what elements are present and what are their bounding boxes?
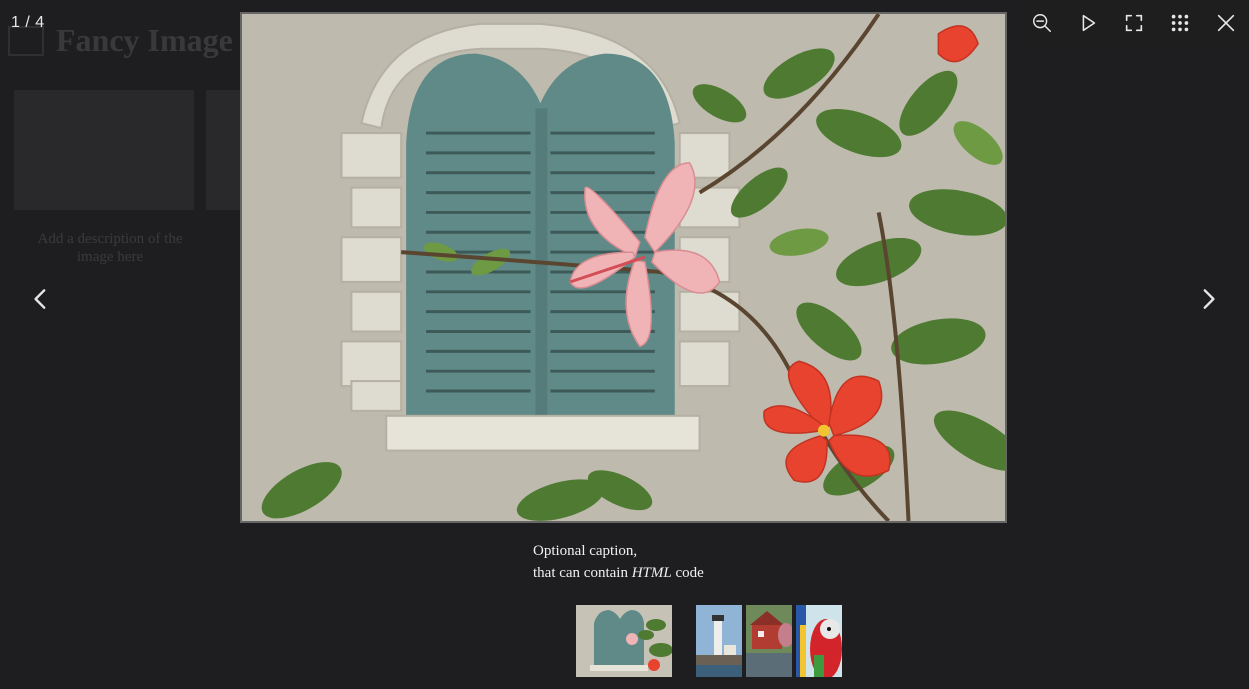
thumbnail-image [796, 605, 842, 677]
main-image[interactable] [240, 12, 1007, 523]
image-caption: Optional caption, that can contain HTML … [533, 540, 704, 584]
thumbnail-image [576, 605, 672, 677]
next-button[interactable] [1179, 270, 1237, 328]
caption-line-1: Optional caption, [533, 543, 638, 559]
fullscreen-button[interactable] [1111, 0, 1157, 46]
close-button[interactable] [1203, 0, 1249, 46]
fullscreen-icon [1125, 14, 1143, 32]
thumbnail-red-mill[interactable] [746, 605, 792, 677]
toolbar [1019, 0, 1249, 46]
hibiscus-window-photo [242, 14, 1005, 521]
thumbnail-lighthouse[interactable] [696, 605, 742, 677]
caption-line-2: that can contain HTML code [533, 562, 704, 584]
caption-text: that can contain [533, 565, 632, 581]
background-description: Add a description of the image here [37, 231, 183, 265]
chevron-left-icon [34, 289, 46, 309]
thumbnails-button[interactable] [1157, 0, 1203, 46]
thumbnail-strip [0, 605, 1249, 677]
caption-text: code [671, 565, 704, 581]
previous-button[interactable] [12, 270, 70, 328]
caption-emphasis: HTML [631, 565, 672, 581]
background-thumbnail [14, 90, 194, 210]
chevron-right-icon [1203, 289, 1215, 309]
thumbnail-hibiscus-window[interactable] [576, 605, 672, 677]
grid-icon [1171, 14, 1189, 32]
thumbnail-parrot[interactable] [796, 605, 842, 677]
thumbnail-image [746, 605, 792, 677]
slide-counter: 1 / 4 [11, 14, 45, 31]
thumbnail-image [696, 605, 742, 677]
slideshow-button[interactable] [1065, 0, 1111, 46]
background-title: Fancy Image [56, 22, 233, 58]
zoom-out-button[interactable] [1019, 0, 1065, 46]
zoom-out-icon [1033, 14, 1051, 32]
background-thumbnail [206, 90, 240, 210]
close-icon [1217, 14, 1235, 32]
play-icon [1082, 14, 1096, 32]
